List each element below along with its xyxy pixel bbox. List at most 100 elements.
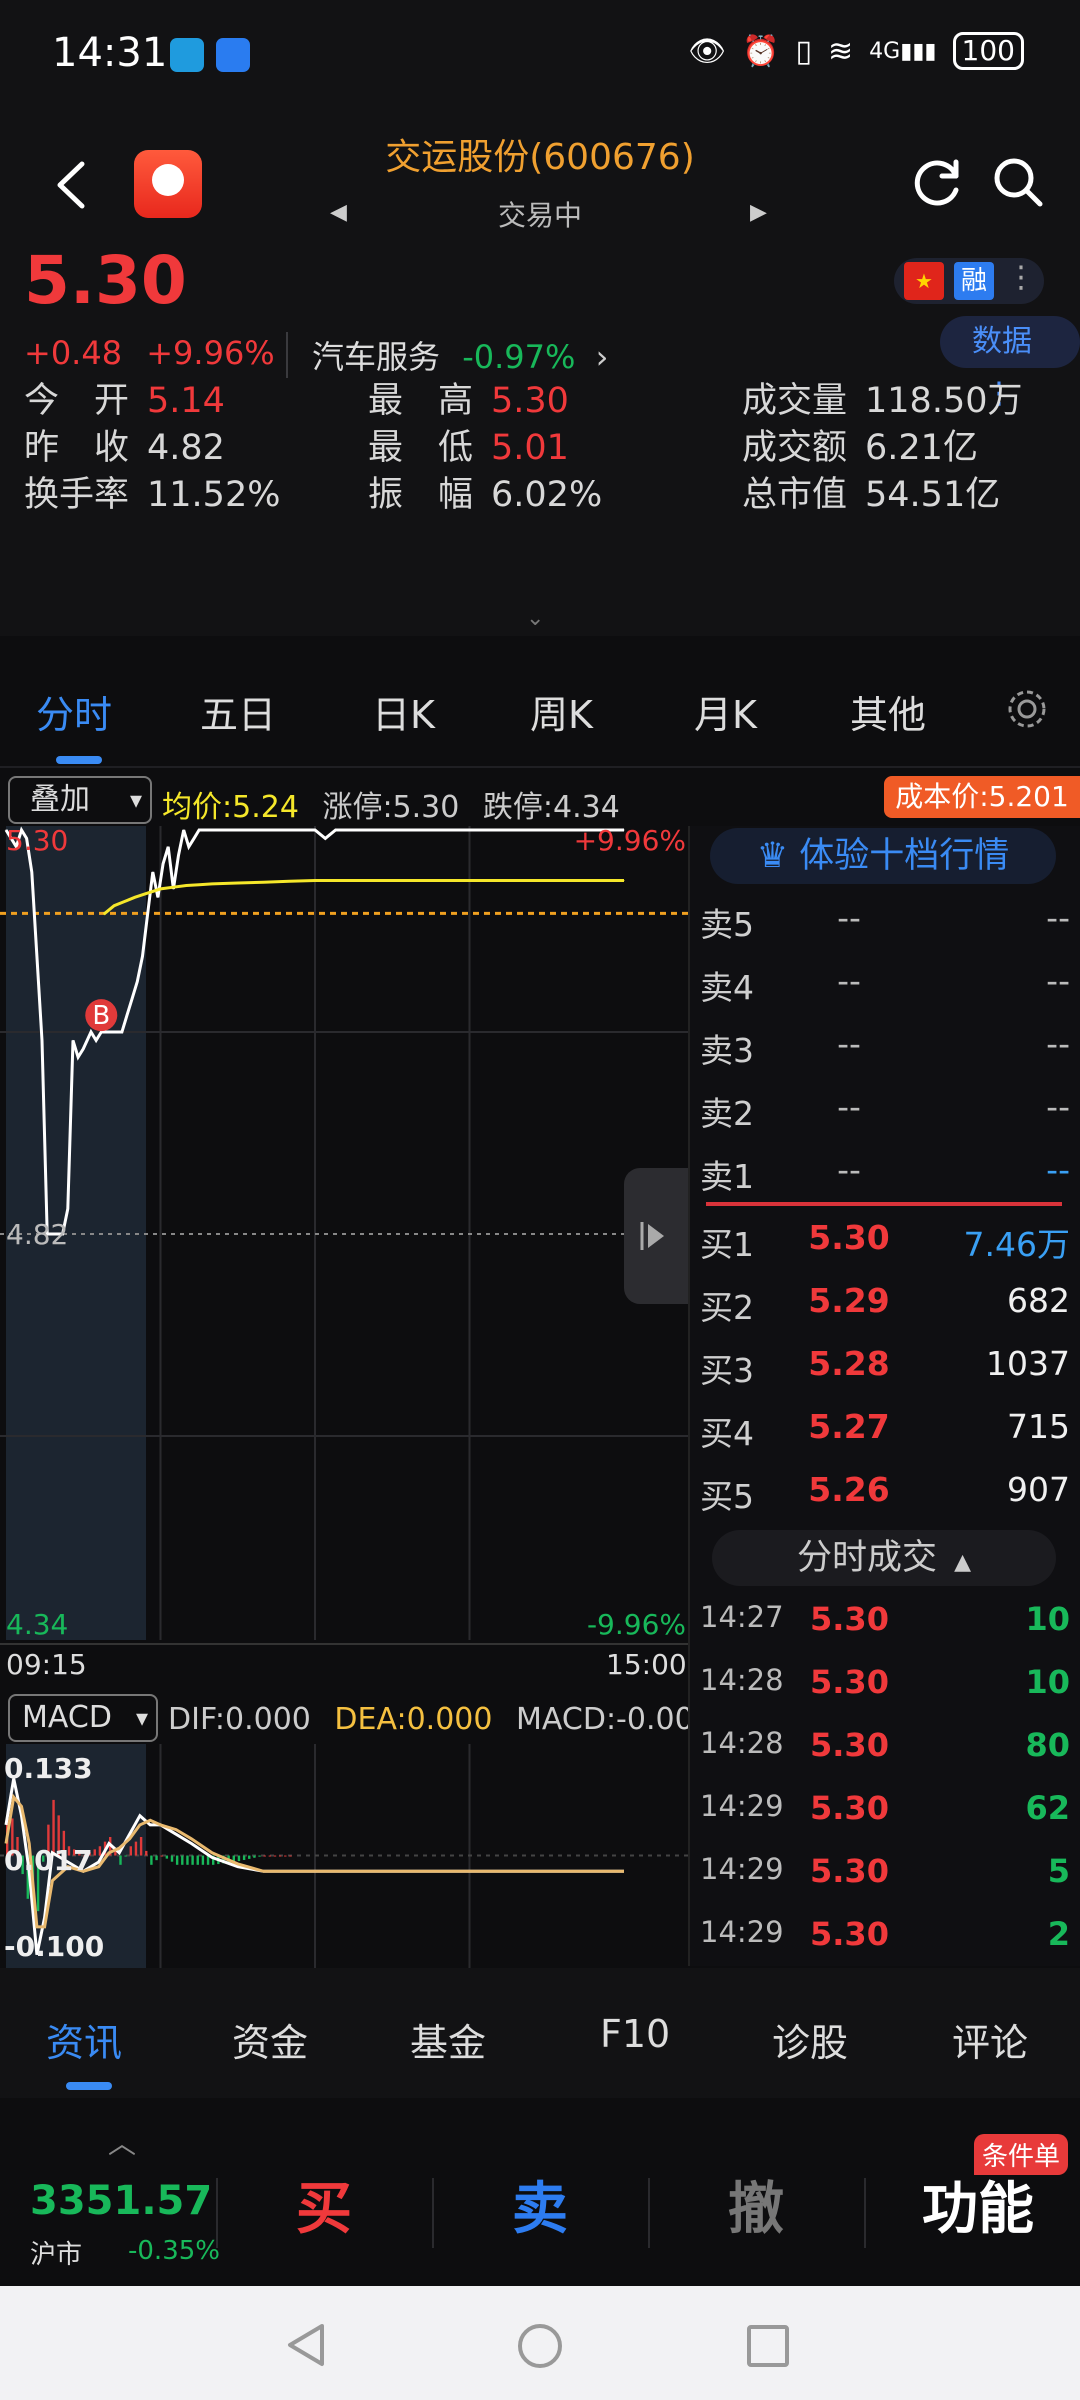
level-price: 5.26 <box>808 1470 890 1509</box>
price-point <box>391 829 393 831</box>
ask-row[interactable]: 卖3 -- -- <box>700 1024 1070 1086</box>
price-point <box>121 1031 123 1033</box>
bid-row[interactable]: 买1 5.30 7.46万 <box>700 1218 1070 1280</box>
macd-dropdown[interactable]: MACD <box>8 1694 158 1742</box>
bid-row[interactable]: 买3 5.28 1037 <box>700 1344 1070 1406</box>
tab-0[interactable]: 分时 <box>36 684 112 739</box>
level-price: 5.28 <box>808 1344 890 1383</box>
avg-price-point <box>160 888 161 890</box>
tab-5[interactable]: 其他 <box>850 684 926 739</box>
macd-bar <box>170 1855 174 1862</box>
macd-bar <box>248 1855 251 1859</box>
tab-3[interactable]: 周K <box>530 684 593 739</box>
expand-chevron-icon[interactable]: ⌄ <box>526 606 544 631</box>
conditional-order-badge[interactable]: 条件单 <box>974 2134 1069 2175</box>
stat-label: 最 低 <box>368 428 474 468</box>
macd-bar <box>242 1855 246 1860</box>
price-point <box>162 863 164 865</box>
margin-badge[interactable]: ★ 融 ⋮ <box>894 258 1044 304</box>
tab-2[interactable]: 日K <box>372 684 435 739</box>
cancel-order-button[interactable]: 撤 <box>728 2164 784 2245</box>
price-point <box>324 837 326 839</box>
price-point <box>147 913 149 915</box>
macd-bar <box>139 1836 143 1856</box>
panel-expand-handle[interactable] <box>624 1168 688 1304</box>
ask-row[interactable]: 卖2 -- -- <box>700 1087 1070 1149</box>
nav-back-icon[interactable] <box>284 2322 328 2368</box>
cost-price-badge[interactable]: 成本价:5.201 <box>884 776 1080 818</box>
nav-home-icon[interactable] <box>516 2322 564 2370</box>
stat-item: 最 低 5.01 <box>368 419 569 470</box>
macd-bar <box>93 1849 96 1856</box>
more-icon: ⋮ <box>1006 260 1036 295</box>
info-tab-0[interactable]: 资讯 <box>46 2012 122 2067</box>
macd-bar <box>181 1855 184 1865</box>
divider <box>432 2178 434 2248</box>
tick-price: 5.30 <box>810 1789 889 1827</box>
tick-row: 14:28 5.30 80 <box>700 1726 1070 1788</box>
tick-time: 14:29 <box>700 1789 784 1823</box>
avg-price: 均价:5.24 <box>162 790 299 825</box>
chevron-up-icon[interactable]: ︿ <box>108 2122 136 2162</box>
price-point <box>242 829 244 831</box>
avg-price-point <box>366 880 367 881</box>
tab-1[interactable]: 五日 <box>200 684 276 739</box>
nav-recents-icon[interactable] <box>746 2324 790 2368</box>
level10-button[interactable]: ♛ 体验十档行情 <box>710 828 1056 884</box>
macd-bar <box>150 1855 153 1865</box>
stat-value: 4.82 <box>147 428 225 468</box>
x-end-label: 15:00 <box>606 1648 687 1681</box>
price-point <box>90 1031 92 1033</box>
price-point <box>221 829 223 831</box>
bid-row[interactable]: 买5 5.26 907 <box>700 1470 1070 1532</box>
last-price: 5.30 <box>24 242 187 319</box>
avg-price-point <box>263 881 264 883</box>
refresh-icon[interactable] <box>910 154 966 210</box>
search-icon[interactable] <box>990 154 1046 210</box>
avg-price-point <box>211 883 213 885</box>
next-stock-icon[interactable]: ▶ <box>750 200 767 225</box>
margin-trading-badge: 融 <box>954 262 994 300</box>
macd-max-label: 0.133 <box>4 1752 93 1785</box>
avg-price-point <box>134 896 136 898</box>
price-point <box>203 829 205 831</box>
ticks-toggle[interactable]: 分时成交 ▲ <box>712 1530 1056 1586</box>
info-tab-3[interactable]: F10 <box>600 2012 670 2056</box>
tick-price: 5.30 <box>810 1663 889 1701</box>
tick-volume: 10 <box>1025 1663 1070 1701</box>
info-tab-4[interactable]: 诊股 <box>772 2012 848 2067</box>
level-label: 买5 <box>700 1477 754 1516</box>
bid-row[interactable]: 买4 5.27 715 <box>700 1407 1070 1469</box>
index-value[interactable]: 3351.57 <box>30 2178 212 2224</box>
level-price: 5.27 <box>808 1407 890 1446</box>
settings-gear-icon[interactable] <box>1002 684 1052 734</box>
ask-row[interactable]: 卖4 -- -- <box>700 961 1070 1023</box>
intraday-price-chart[interactable]: B 5.30 +9.96% 4.82 4.34 -9.96% <box>0 826 690 1646</box>
ask-row[interactable]: 卖5 -- -- <box>700 898 1070 960</box>
level-volume: -- <box>1046 1150 1070 1189</box>
tab-4[interactable]: 月K <box>694 684 757 739</box>
system-nav-bar <box>0 2286 1080 2400</box>
macd-bar <box>273 1855 277 1857</box>
price-point <box>105 1031 107 1033</box>
data-label: 数据 <box>972 324 1032 359</box>
price-point <box>232 829 234 831</box>
avg-price-point <box>623 880 625 881</box>
info-tab-1[interactable]: 资金 <box>232 2012 308 2067</box>
macd-info: DIF:0.000 DEA:0.000 MACD:-0.00 <box>168 1702 694 1737</box>
tick-time: 14:29 <box>700 1915 784 1949</box>
overlay-dropdown[interactable]: 叠加 <box>8 776 152 824</box>
info-tab-2[interactable]: 基金 <box>410 2012 486 2067</box>
macd-bar <box>258 1855 261 1857</box>
function-button[interactable]: 功能 <box>922 2164 1034 2245</box>
level-price: -- <box>837 898 861 937</box>
avg-price-point <box>237 882 239 884</box>
bid-row[interactable]: 买2 5.29 682 <box>700 1281 1070 1343</box>
avg-price-point <box>113 905 115 907</box>
data-button[interactable]: 数据 ⋮ <box>940 316 1080 411</box>
price-point <box>36 955 38 957</box>
buy-button[interactable]: 买 <box>296 2164 352 2245</box>
info-tab-5[interactable]: 评论 <box>952 2012 1028 2067</box>
sell-button[interactable]: 卖 <box>512 2164 568 2245</box>
stat-item: 总市值 54.51亿 <box>742 466 1000 517</box>
